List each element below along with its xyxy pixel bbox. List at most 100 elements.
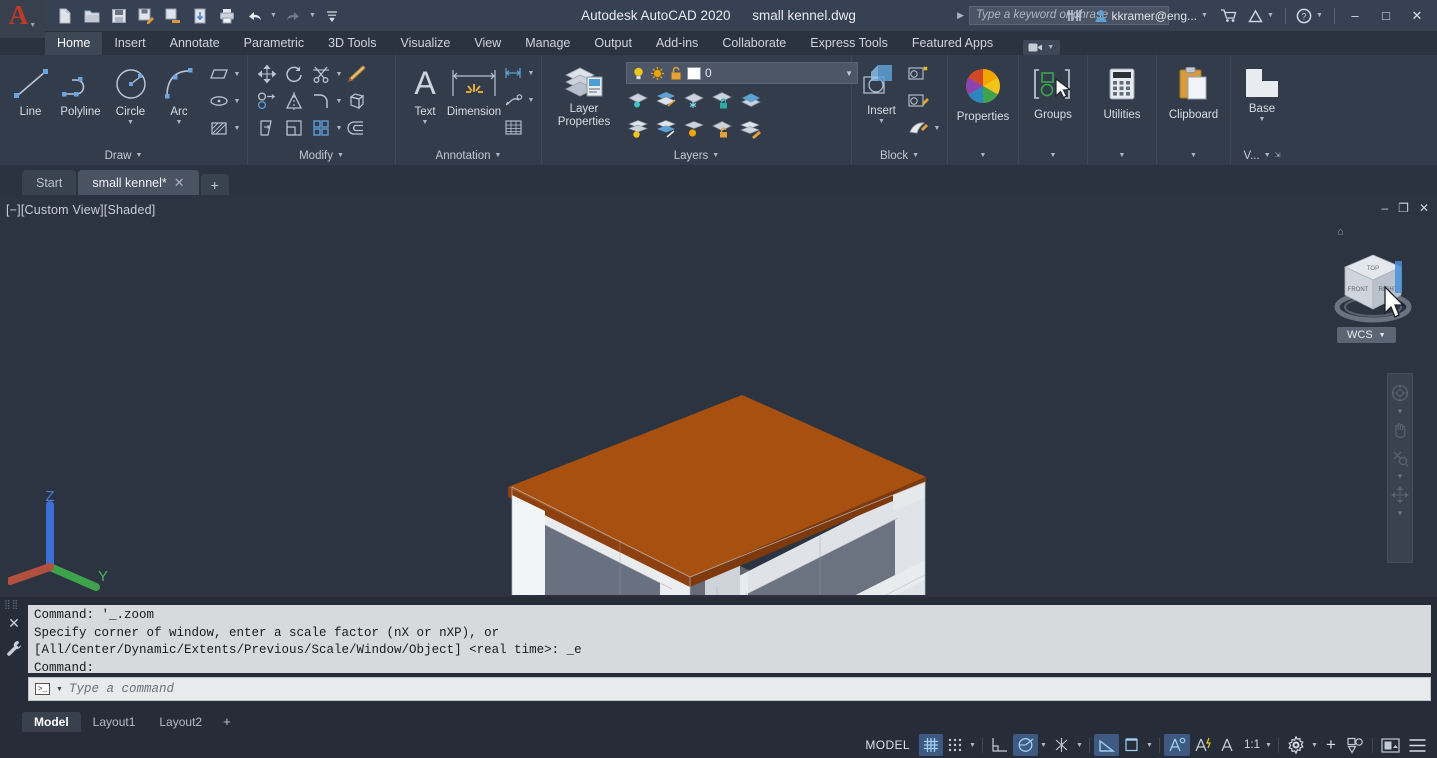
orbit-icon[interactable] (1388, 482, 1412, 508)
command-input-row[interactable]: >_ ▼ Type a command (28, 677, 1431, 701)
chevron-down-icon[interactable]: ▼ (1263, 742, 1274, 749)
chevron-down-icon[interactable]: ▼ (233, 71, 241, 78)
ribbon-tab-manage[interactable]: Manage (513, 32, 582, 55)
panel-title-clipboard[interactable]: ▼ (1159, 147, 1228, 165)
mirror-tool[interactable] (281, 88, 307, 114)
panel-title-layers[interactable]: Layers ▼ (544, 147, 849, 165)
layer-lock-tool[interactable] (710, 87, 736, 113)
close-icon[interactable]: ✕ (8, 615, 20, 632)
command-history[interactable]: Command: '_.zoom Specify corner of windo… (28, 605, 1431, 673)
minimize-window-button[interactable]: – (1341, 4, 1369, 27)
clean-screen-button[interactable] (1377, 734, 1404, 756)
create-block-tool[interactable] (906, 61, 932, 87)
steering-wheel-icon[interactable] (1388, 380, 1412, 406)
grid-display-toggle[interactable] (919, 734, 943, 756)
drawing-viewport[interactable]: [−][Custom View][Shaded] – ❐ ✕ Z Y ⌂ TOP… (0, 195, 1437, 595)
line-tool[interactable]: Line (6, 59, 55, 118)
panel-title-annotation[interactable]: Annotation ▼ (398, 147, 539, 165)
define-attributes-tool[interactable] (906, 115, 932, 141)
layer-thaw-all-tool[interactable] (654, 116, 680, 142)
arc-tool[interactable]: Arc ▼ (156, 59, 202, 126)
explode-tool[interactable] (344, 88, 370, 114)
chevron-down-icon[interactable]: ▼ (176, 119, 183, 126)
offset-tool[interactable] (344, 115, 370, 141)
ribbon-tab-annotate[interactable]: Annotate (158, 32, 232, 55)
chevron-down-icon[interactable]: ▼ (422, 119, 429, 126)
customize-wrench-icon[interactable] (6, 640, 22, 658)
new-file-tab-button[interactable]: + (200, 174, 229, 195)
layer-properties-tool[interactable]: Layer Properties (548, 60, 620, 129)
copy-tool[interactable] (254, 88, 280, 114)
leader-tool[interactable] (500, 87, 526, 113)
object-snap-tracking-toggle[interactable] (1049, 734, 1074, 756)
chevron-down-icon[interactable]: ▼ (1144, 742, 1155, 749)
customization-menu-button[interactable] (1404, 734, 1431, 756)
layer-make-current-tool[interactable] (738, 87, 764, 113)
chevron-down-icon[interactable]: ▼ (1309, 742, 1320, 749)
panel-title-utilities[interactable]: ▼ (1090, 147, 1154, 165)
text-tool[interactable]: A Text ▼ (402, 59, 448, 126)
model-space-button[interactable]: MODEL (856, 734, 919, 756)
chevron-down-icon[interactable]: ▼ (127, 119, 134, 126)
save-file-button[interactable] (107, 4, 131, 28)
chevron-down-icon[interactable]: ▼ (527, 97, 535, 104)
annotation-scale-icon[interactable] (1216, 734, 1241, 756)
new-layout-button[interactable]: + (214, 712, 240, 732)
ortho-mode-toggle[interactable] (987, 734, 1013, 756)
ribbon-tab-insert[interactable]: Insert (102, 32, 157, 55)
ellipse-tool[interactable] (206, 88, 232, 114)
panel-title-groups[interactable]: ▼ (1021, 147, 1085, 165)
screencast-button[interactable]: ▼ (1023, 40, 1061, 55)
chevron-down-icon[interactable]: ▼ (233, 98, 241, 105)
chevron-down-icon[interactable]: ▼ (335, 71, 343, 78)
ribbon-tab-3d-tools[interactable]: 3D Tools (316, 32, 388, 55)
file-tab-start[interactable]: Start (22, 170, 77, 195)
chevron-down-icon[interactable]: ▼ (933, 125, 941, 132)
trim-tool[interactable] (308, 61, 334, 87)
chevron-right-icon[interactable]: ▶ (957, 10, 964, 21)
layout-tab-layout2[interactable]: Layout2 (147, 712, 214, 732)
chevron-down-icon[interactable]: ▼ (56, 686, 63, 693)
undo-button[interactable] (242, 4, 266, 28)
autodesk-store-button[interactable] (1216, 4, 1241, 27)
stretch-tool[interactable] (254, 115, 280, 141)
hatch-tool[interactable] (206, 115, 232, 141)
isolate-objects-button[interactable] (1342, 734, 1368, 756)
table-tool[interactable] (500, 114, 526, 140)
panel-title-draw[interactable]: Draw ▼ (2, 147, 245, 165)
export-button[interactable] (161, 4, 185, 28)
chevron-down-icon[interactable]: ▼ (1074, 742, 1085, 749)
file-tab-small-kennel[interactable]: small kennel* ✕ (78, 170, 199, 195)
close-window-button[interactable]: ✕ (1403, 4, 1431, 27)
layer-match-tool[interactable] (738, 116, 764, 142)
panel-title-block[interactable]: Block ▼ (854, 147, 945, 165)
panel-dialog-launcher-icon[interactable]: ⇲ (1275, 147, 1281, 165)
properties-tool[interactable]: Properties (954, 62, 1012, 123)
clipboard-tool[interactable]: Clipboard (1165, 62, 1222, 121)
ribbon-tab-output[interactable]: Output (582, 32, 644, 55)
scale-tool[interactable] (281, 115, 307, 141)
autodesk-app-button[interactable]: ▼ (1244, 4, 1279, 27)
polar-tracking-toggle[interactable] (1013, 734, 1038, 756)
layer-off-tool[interactable] (626, 87, 652, 113)
insert-block-tool[interactable]: Insert ▼ (858, 60, 905, 125)
new-file-button[interactable] (53, 4, 77, 28)
layout-tab-layout1[interactable]: Layout1 (81, 712, 148, 732)
fillet-tool[interactable] (308, 88, 334, 114)
linear-dimension-tool[interactable] (500, 60, 526, 86)
rectangle-tool[interactable] (206, 61, 232, 87)
ucs-selector[interactable]: WCS ▼ (1337, 327, 1396, 343)
layer-unlock-tool[interactable] (710, 116, 736, 142)
erase-tool[interactable] (344, 61, 370, 87)
array-tool[interactable] (308, 115, 334, 141)
snap-mode-toggle[interactable] (943, 734, 967, 756)
autoscale-toggle[interactable] (1190, 734, 1216, 756)
base-view-tool[interactable]: Base ▼ (1237, 62, 1287, 123)
chevron-down-icon[interactable]: ▼ (233, 125, 241, 132)
customize-qat-button[interactable] (320, 4, 344, 28)
kennel-3d-model[interactable] (0, 195, 1437, 595)
panel-title-view[interactable]: V... ▼ ⇲ (1233, 147, 1291, 165)
layout-tab-model[interactable]: Model (22, 712, 81, 732)
layer-isolate-tool[interactable] (654, 87, 680, 113)
layer-turn-all-on-tool[interactable] (626, 116, 652, 142)
